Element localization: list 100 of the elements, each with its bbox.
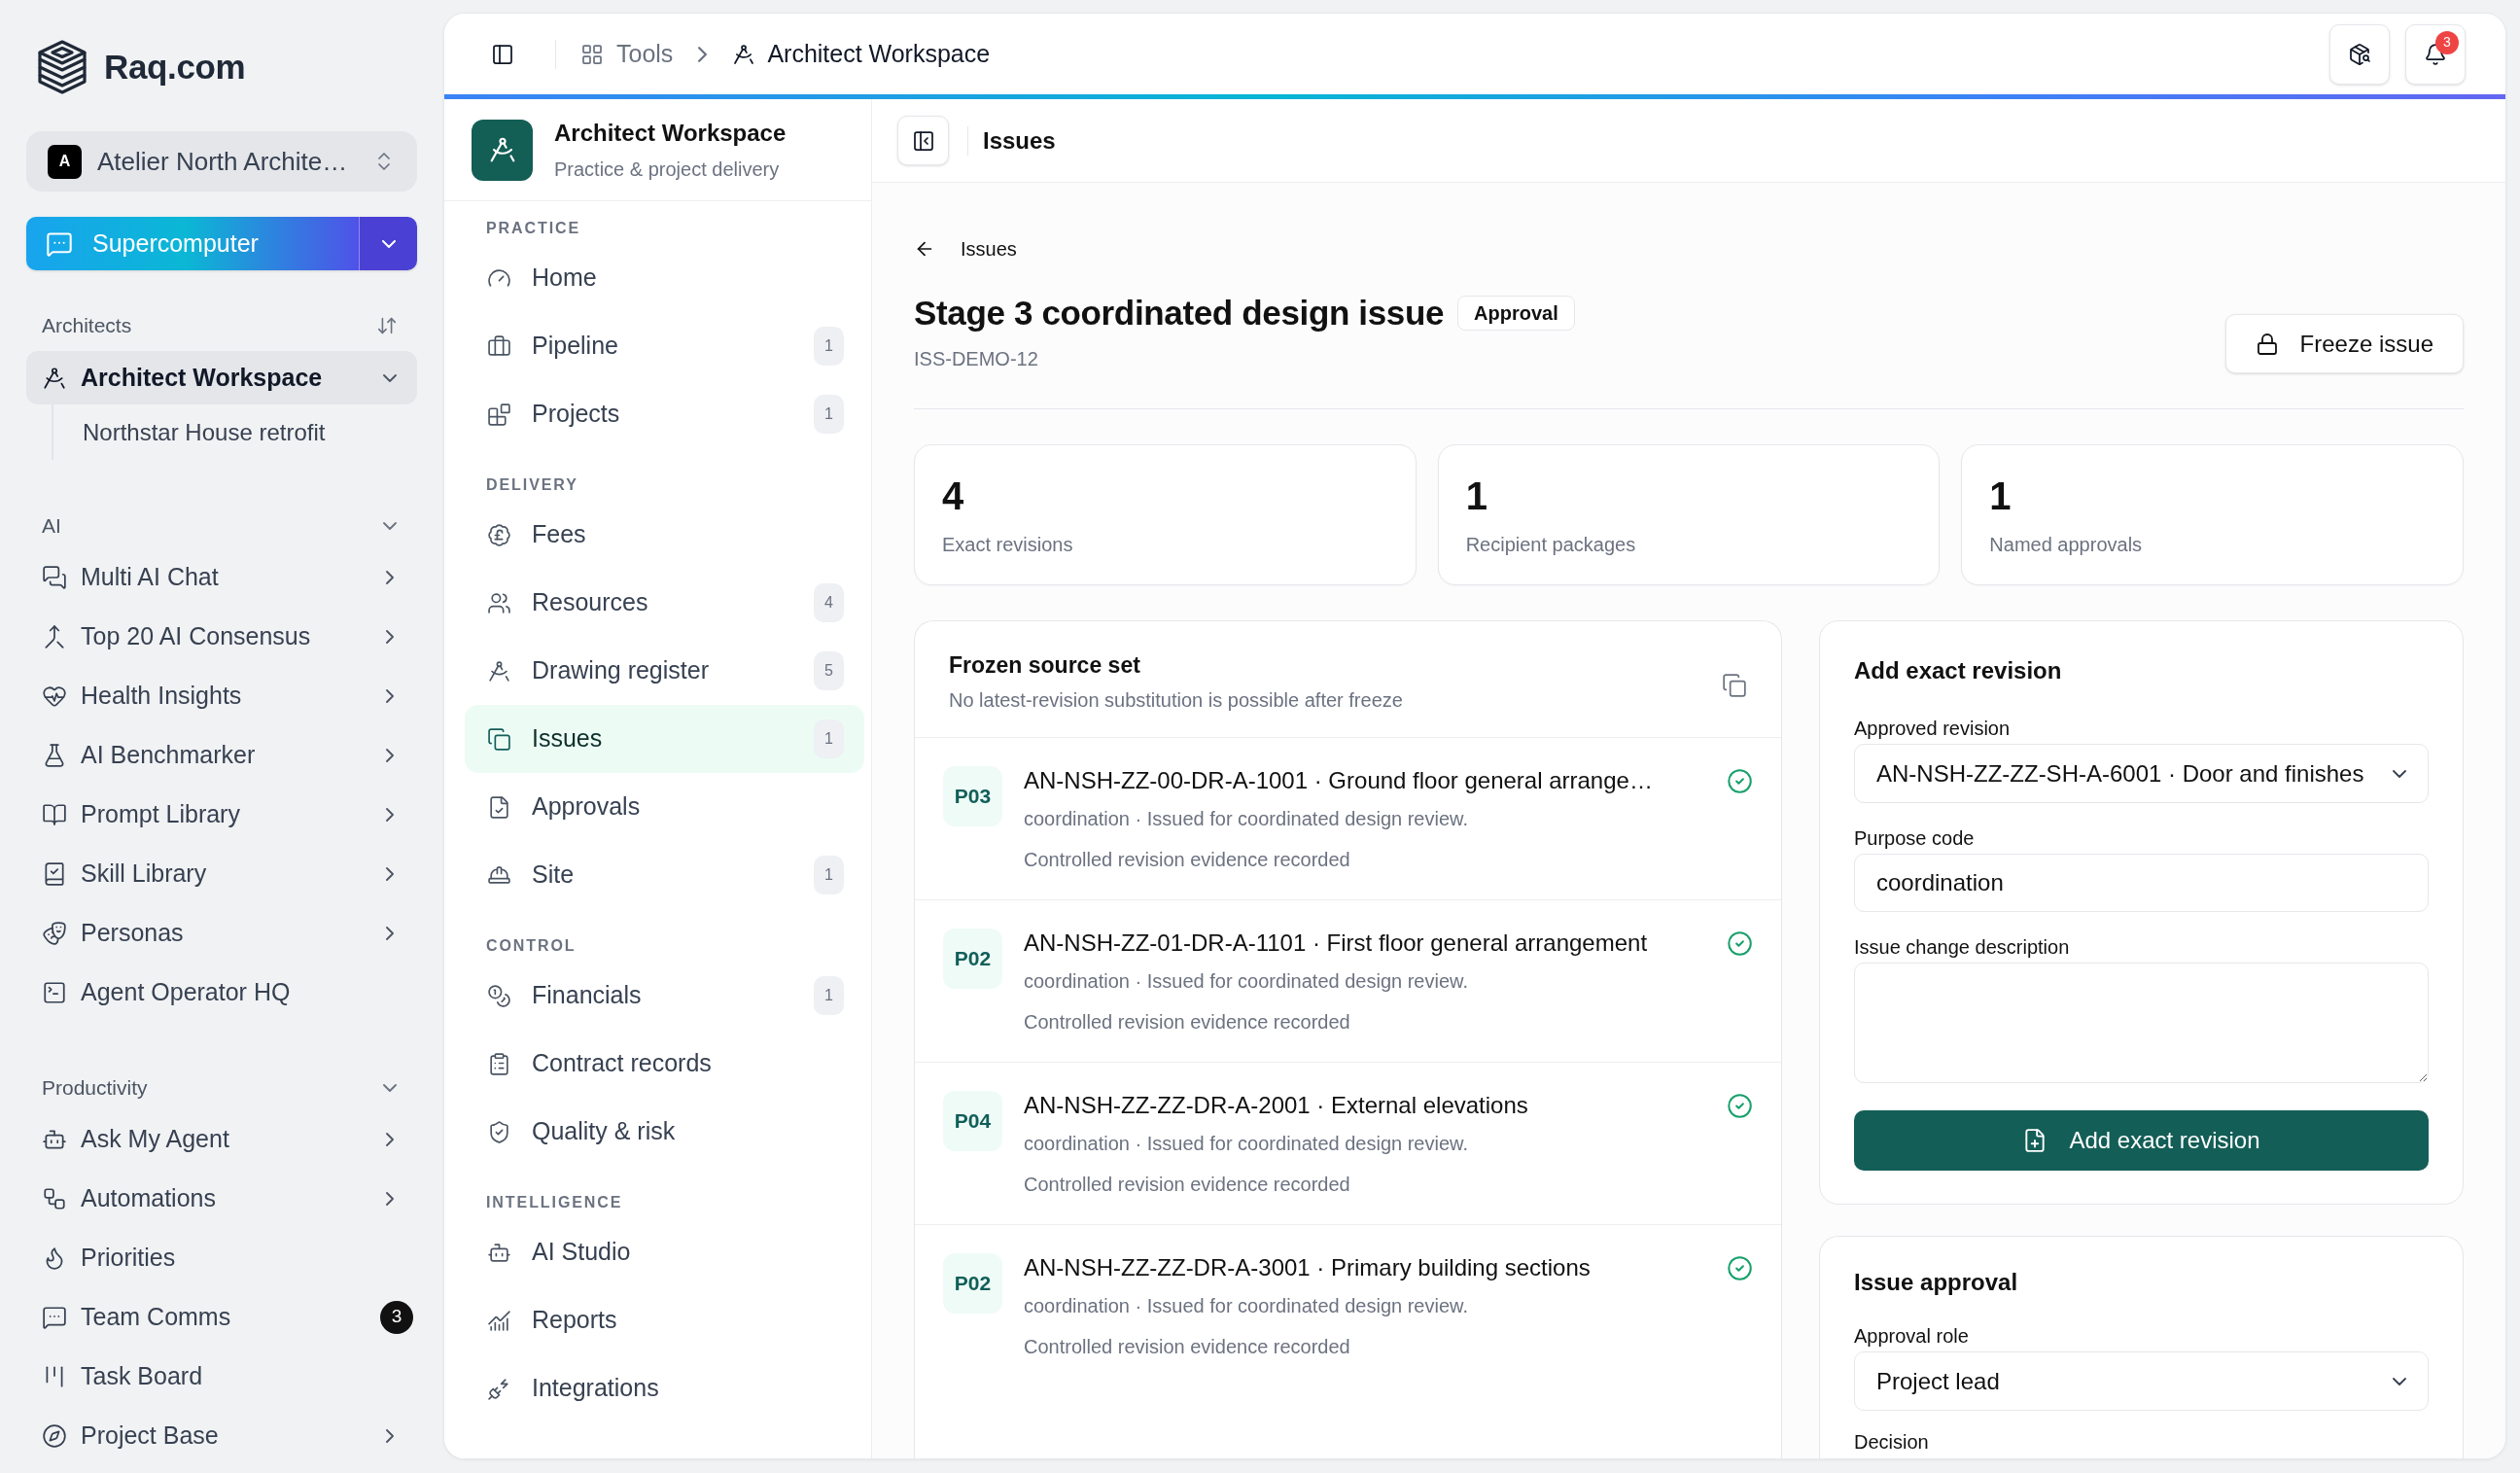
select-field[interactable]: AN-NSH-ZZ-ZZ-SH-A-6001 · Door and finishes	[1854, 744, 2429, 803]
item-count: 1	[814, 719, 844, 758]
add-revision-button[interactable]: Add exact revision	[1854, 1110, 2429, 1171]
coins-icon	[487, 983, 511, 1008]
plug-icon	[487, 1376, 511, 1401]
sidebar-item[interactable]: Health Insights	[26, 666, 417, 725]
revision-title: AN-NSH-ZZ-ZZ-DR-A-3001 · Primary building sections	[1024, 1253, 1591, 1282]
issue-title: Stage 3 coordinated design issue	[914, 292, 1445, 333]
nav-item[interactable]: Fees	[465, 501, 864, 569]
item-count: 5	[814, 651, 844, 690]
card-subtitle: No latest-revision substitution is possible after freeze	[949, 688, 1403, 712]
nav-item[interactable]: Pipeline 1	[465, 312, 864, 380]
text-input[interactable]: coordination	[1854, 854, 2429, 912]
sidebar-toggle-icon[interactable]	[491, 42, 514, 66]
section-toggle[interactable]: Productivity	[26, 1076, 417, 1100]
copy-icon[interactable]	[1722, 673, 1747, 698]
nav-item[interactable]: Projects 1	[465, 380, 864, 448]
nav-item[interactable]: Integrations	[465, 1354, 864, 1422]
nav-item[interactable]: Contract records	[465, 1030, 864, 1098]
freeze-issue-button[interactable]: Freeze issue	[2224, 314, 2464, 373]
workspace-switcher[interactable]: A Atelier North Archite…	[26, 131, 417, 192]
nav-item[interactable]: Reports	[465, 1286, 864, 1354]
field-label: Purpose code	[1854, 826, 1975, 850]
workspace-subtitle: Practice & project delivery	[554, 158, 780, 182]
open-book-icon	[42, 801, 67, 827]
users-icon	[487, 590, 511, 615]
sidebar-item[interactable]: Priorities	[26, 1228, 417, 1287]
breadcrumb-link[interactable]: Tools	[580, 35, 674, 73]
nav-item[interactable]: Issues 1	[465, 705, 864, 773]
select-field[interactable]: Project lead	[1854, 1351, 2429, 1411]
sidebar-item[interactable]: Top 20 AI Consensus	[26, 607, 417, 666]
stat-value: 1	[1465, 476, 1488, 515]
terminal-icon	[42, 979, 67, 1005]
revision-code: P02	[943, 929, 1002, 989]
briefcase-icon	[487, 333, 511, 359]
field-label: Approval role	[1854, 1324, 1969, 1348]
nav-item[interactable]: Site 1	[465, 841, 864, 909]
section-label: CONTROL	[486, 936, 577, 956]
sidebar-item[interactable]: Automations	[26, 1169, 417, 1228]
drafting-compass-icon	[732, 42, 756, 66]
back-link[interactable]: Issues	[914, 237, 1017, 261]
card-title: Frozen source set	[949, 651, 1140, 679]
package-search-button[interactable]	[2329, 23, 2390, 85]
field-label: Issue change description	[1854, 935, 2070, 959]
revision-code: P03	[943, 766, 1002, 826]
field-label: Decision	[1854, 1430, 1929, 1454]
notification-count: 3	[2435, 30, 2459, 54]
revision-meta: coordination · Issued for coordinated design review.	[1024, 1294, 1468, 1317]
drafting-compass-icon	[42, 365, 67, 391]
card-title: Issue approval	[1854, 1268, 2018, 1297]
nav-item[interactable]: Drawing register 5	[465, 637, 864, 705]
chevron-down-icon	[381, 239, 396, 248]
revision-note: Controlled revision evidence recorded	[1024, 1335, 1350, 1358]
book-check-icon	[42, 860, 67, 887]
logo-icon	[37, 39, 88, 95]
notifications-button[interactable]: 3	[2405, 23, 2466, 85]
sidebar-item[interactable]: Team Comms 3	[26, 1287, 417, 1347]
issue-reference: ISS-DEMO-12	[914, 347, 1038, 371]
sidebar-item[interactable]: Architect Workspace	[26, 351, 417, 404]
nav-item[interactable]: Resources 4	[465, 569, 864, 637]
sidebar-item[interactable]: Task Board	[26, 1347, 417, 1406]
chevron-right-icon	[698, 46, 708, 62]
workflow-icon	[42, 1185, 67, 1211]
item-count: 1	[814, 976, 844, 1015]
sidebar-item[interactable]: Project Base	[26, 1406, 417, 1465]
nav-item[interactable]: AI Studio	[465, 1218, 864, 1286]
clipboard-list-icon	[487, 1051, 511, 1076]
revision-meta: coordination · Issued for coordinated design review.	[1024, 807, 1468, 830]
sidebar-item[interactable]: Skill Library	[26, 844, 417, 903]
package-search-icon	[2348, 42, 2371, 66]
sidebar-item[interactable]: AI Benchmarker	[26, 725, 417, 785]
nav-item[interactable]: Home	[465, 244, 864, 312]
workspace-title: Architect Workspace	[554, 119, 787, 148]
stat-label: Named approvals	[1989, 533, 2143, 556]
nav-item[interactable]: Financials 1	[465, 962, 864, 1030]
collapse-sidebar-button[interactable]	[897, 116, 949, 165]
blocks-icon	[487, 402, 511, 427]
nav-item[interactable]: Quality & risk	[465, 1098, 864, 1166]
card-title: Add exact revision	[1854, 656, 2062, 685]
sort-icon[interactable]	[376, 315, 398, 336]
brand-name: Raq.com	[104, 46, 246, 88]
sidebar-item[interactable]: Personas	[26, 903, 417, 963]
dropdown-toggle[interactable]	[359, 217, 417, 270]
panel-left-close-icon	[911, 128, 935, 153]
sidebar-item[interactable]: Prompt Library	[26, 785, 417, 844]
status-chip: Approval	[1457, 296, 1575, 331]
sidebar-item[interactable]: Agent Operator HQ	[26, 963, 417, 1022]
sidebar-item[interactable]: Multi AI Chat	[26, 547, 417, 607]
item-count: 1	[814, 327, 844, 366]
sidebar-item[interactable]: Ask My Agent	[26, 1109, 417, 1169]
sidebar-subitem[interactable]: Northstar House retrofit	[53, 404, 417, 460]
copy-icon	[487, 726, 511, 752]
stat-value: 1	[1989, 476, 2012, 515]
textarea-field[interactable]	[1854, 963, 2429, 1083]
section-toggle[interactable]: AI	[26, 514, 417, 538]
breadcrumb-current: Architect Workspace	[767, 38, 991, 69]
field-label: Approved revision	[1854, 717, 2011, 740]
stat-label: Recipient packages	[1465, 533, 1636, 556]
unread-count: 3	[380, 1300, 413, 1334]
nav-item[interactable]: Approvals	[465, 773, 864, 841]
